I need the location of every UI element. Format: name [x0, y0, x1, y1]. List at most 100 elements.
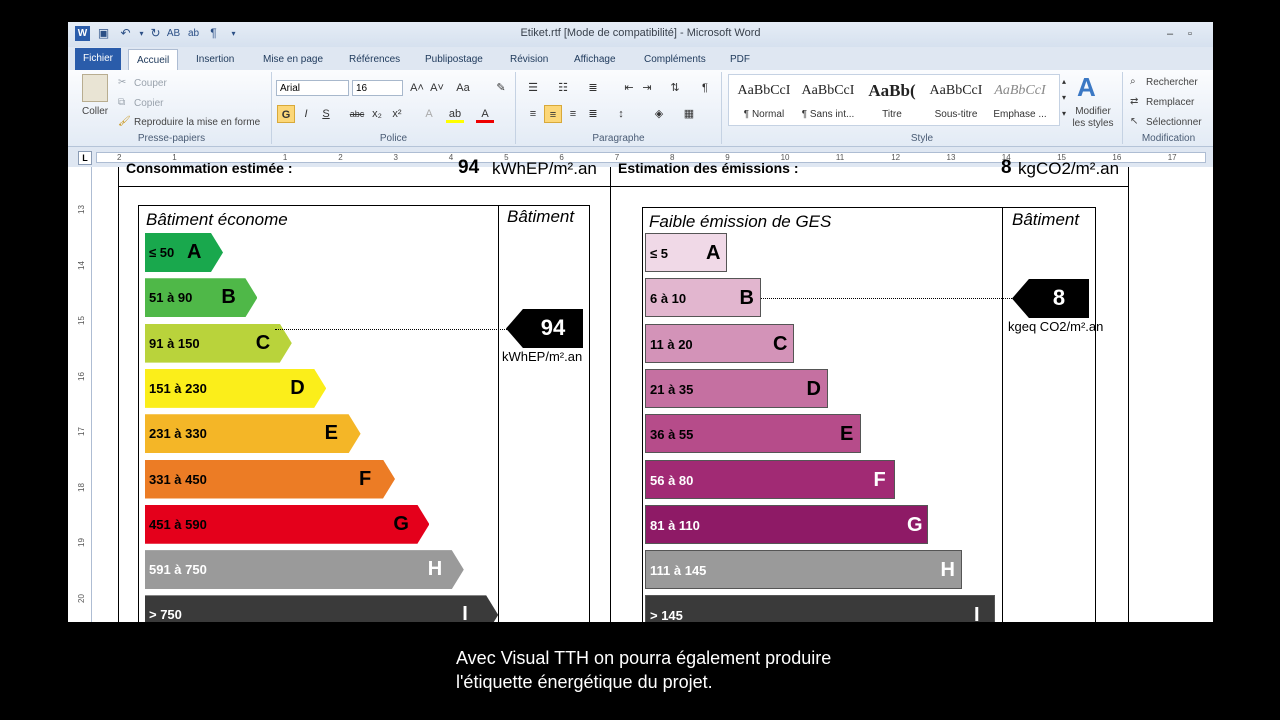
underline-icon[interactable]: S — [317, 105, 335, 123]
text-effects-icon[interactable]: A — [420, 105, 438, 123]
emission-bar-range: ≤ 5 — [650, 246, 668, 261]
font-color-icon[interactable]: A — [476, 105, 494, 123]
paste-button[interactable]: Coller — [82, 106, 108, 117]
emission-bar-range: 111 à 145 — [650, 563, 707, 579]
borders-icon[interactable]: ▦ — [680, 105, 698, 123]
bullets-icon[interactable]: ☰ — [524, 79, 542, 97]
subscript-icon[interactable]: x₂ — [368, 105, 386, 123]
copy-icon[interactable]: ⧉ — [118, 97, 125, 108]
format-painter-icon[interactable]: 🖌 — [118, 116, 131, 127]
minimize-icon[interactable]: – — [1161, 26, 1179, 42]
modify-styles-button[interactable]: Modifier les styles — [1068, 106, 1118, 130]
align-right-icon[interactable]: ≡ — [564, 105, 582, 123]
decrease-indent-icon[interactable]: ⇤ — [620, 79, 638, 97]
emission-bar-e: 36 à 55 E — [645, 414, 861, 454]
energy-bar-range: 51 à 90 — [149, 290, 193, 306]
energy-bar-letter: E — [324, 422, 338, 445]
emission-bar-b: 6 à 10 B — [645, 278, 761, 318]
tab-mise-en-page[interactable]: Mise en page — [255, 49, 331, 70]
multilevel-list-icon[interactable]: ≣ — [584, 79, 602, 97]
increase-indent-icon[interactable]: ⇥ — [638, 79, 656, 97]
cut-icon[interactable]: ✂ — [118, 77, 126, 88]
tab-references[interactable]: Références — [341, 49, 408, 70]
emission-bar-letter: G — [907, 513, 923, 536]
style-no-spacing-preview[interactable]: AaBbCcI — [797, 83, 859, 99]
energy-bar-e: 231 à 330 E — [145, 414, 361, 454]
numbering-icon[interactable]: ☷ — [554, 79, 572, 97]
tab-accueil[interactable]: Accueil — [128, 49, 179, 71]
font-size-select[interactable]: 16 — [352, 80, 403, 96]
tab-affichage[interactable]: Affichage — [566, 49, 624, 70]
editing-group: ⌕ Rechercher ⇄ Remplacer ↖ Sélectionner … — [1124, 72, 1213, 144]
tab-fichier[interactable]: Fichier — [75, 48, 122, 70]
line-spacing-icon[interactable]: ↕ — [612, 105, 630, 123]
tab-insertion[interactable]: Insertion — [188, 49, 242, 70]
style-title-preview[interactable]: AaBb( — [861, 81, 923, 101]
style-normal-preview[interactable]: AaBbCcI — [733, 83, 795, 99]
ruler-number: 16 — [76, 371, 86, 381]
tab-pdf[interactable]: PDF — [722, 49, 758, 70]
font-family-select[interactable]: Arial — [276, 80, 349, 96]
ruler-number: 14 — [76, 260, 86, 270]
ruler-number: 12 — [891, 153, 901, 162]
align-center-icon[interactable]: ≡ — [544, 105, 562, 123]
grow-font-icon[interactable]: A˄ — [408, 79, 426, 97]
tab-publipostage[interactable]: Publipostage — [417, 49, 491, 70]
find-icon[interactable]: ⌕ — [1130, 76, 1136, 87]
style-no-spacing-name[interactable]: ¶ Sans int... — [797, 109, 859, 120]
emission-label-title: Faible émission de GES — [649, 212, 832, 231]
style-normal-name[interactable]: ¶ Normal — [733, 109, 795, 120]
emission-bar-g: 81 à 110 G — [645, 504, 928, 544]
document-page: Consommation estimée : 94 kWhEP/m².an Es… — [92, 157, 1213, 622]
justify-icon[interactable]: ≣ — [584, 105, 602, 123]
highlight-icon[interactable]: ab — [446, 105, 464, 123]
format-painter-button[interactable]: Reproduire la mise en forme — [134, 117, 260, 128]
shading-icon[interactable]: ◈ — [650, 105, 668, 123]
select-button[interactable]: Sélectionner — [1146, 117, 1202, 128]
tab-complements[interactable]: Compléments — [636, 49, 714, 70]
energy-bar-range: 151 à 230 — [149, 380, 207, 396]
energy-header-value: 94 — [458, 157, 480, 178]
style-emphasis-preview[interactable]: AaBbCcI — [989, 83, 1051, 99]
ribbon-tabs: Fichier Accueil Insertion Mise en page R… — [68, 47, 1213, 71]
strikethrough-icon[interactable]: abc — [348, 105, 366, 123]
tab-revision[interactable]: Révision — [502, 49, 556, 70]
styles-group: AaBbCcI ¶ Normal AaBbCcI ¶ Sans int... A… — [722, 72, 1123, 144]
shrink-font-icon[interactable]: A˅ — [428, 79, 446, 97]
clear-format-icon[interactable]: ✎ — [492, 79, 510, 97]
vertical-ruler[interactable]: 13 14 15 16 17 18 19 20 — [76, 167, 92, 622]
find-button[interactable]: Rechercher — [1146, 77, 1198, 88]
change-case-icon[interactable]: Aa — [454, 79, 472, 97]
maximize-icon[interactable]: ▫ — [1181, 26, 1199, 42]
sort-icon[interactable]: ⇅ — [666, 79, 684, 97]
style-gallery: AaBbCcI ¶ Normal AaBbCcI ¶ Sans int... A… — [728, 74, 1060, 126]
ruler-number: 3 — [393, 153, 398, 162]
cut-button[interactable]: Couper — [134, 78, 167, 89]
style-subtitle-name[interactable]: Sous-titre — [925, 109, 987, 120]
italic-icon[interactable]: I — [297, 105, 315, 123]
emission-header-label: Estimation des émissions : — [618, 160, 799, 176]
paste-icon[interactable] — [82, 74, 108, 102]
energy-bar-letter: G — [393, 512, 409, 535]
emission-header-value: 8 — [1001, 157, 1012, 178]
emission-bar-range: > 145 — [650, 608, 683, 622]
style-subtitle-preview[interactable]: AaBbCcI — [925, 83, 987, 99]
pilcrow-toggle-icon[interactable]: ¶ — [696, 79, 714, 97]
emission-bar-letter: H — [940, 559, 955, 582]
select-icon[interactable]: ↖ — [1130, 116, 1138, 127]
emission-bar-range: 36 à 55 — [650, 427, 694, 443]
align-left-icon[interactable]: ≡ — [524, 105, 542, 123]
energy-bar-letter: B — [221, 286, 236, 309]
replace-icon[interactable]: ⇄ — [1130, 96, 1138, 107]
modify-styles-icon[interactable]: A — [1077, 72, 1096, 103]
tab-selector-icon[interactable]: L — [78, 151, 92, 165]
bold-icon[interactable]: G — [277, 105, 295, 123]
copy-button[interactable]: Copier — [134, 98, 163, 109]
superscript-icon[interactable]: x² — [388, 105, 406, 123]
energy-bar-range: > 750 — [149, 607, 182, 622]
style-title-name[interactable]: Titre — [861, 109, 923, 120]
emission-indicator-line — [761, 298, 1016, 299]
emission-bar-letter: C — [773, 332, 788, 355]
replace-button[interactable]: Remplacer — [1146, 97, 1194, 108]
style-emphasis-name[interactable]: Emphase ... — [989, 109, 1051, 120]
